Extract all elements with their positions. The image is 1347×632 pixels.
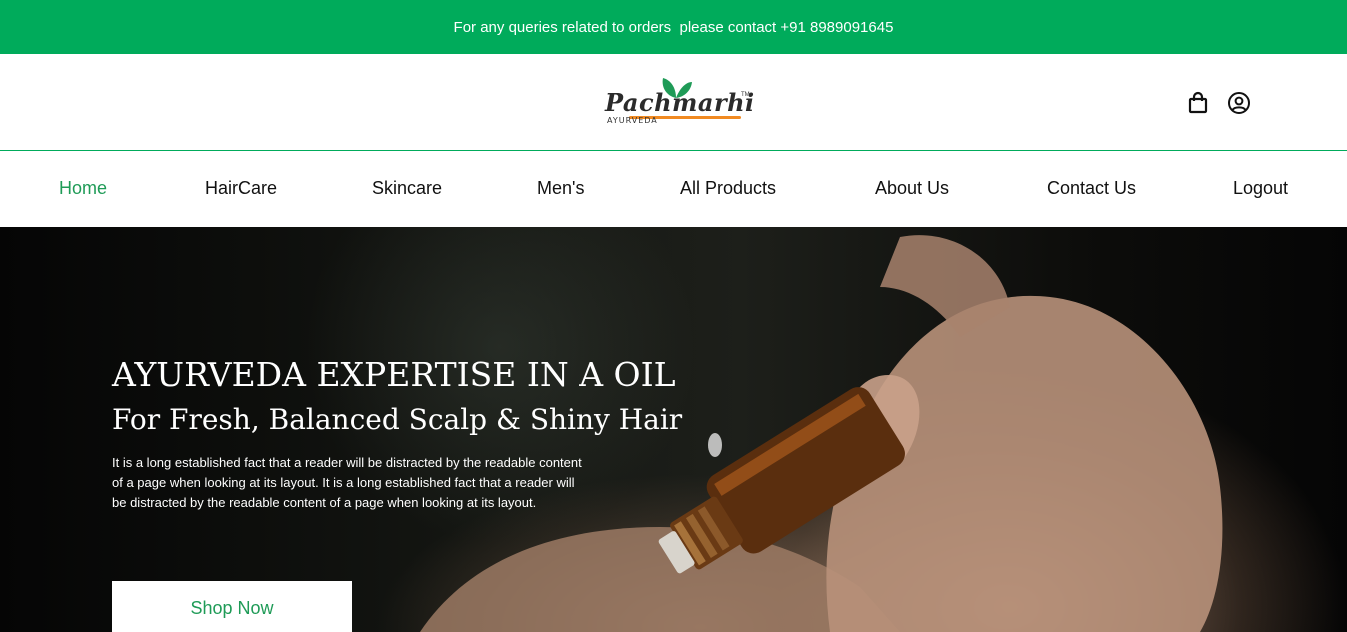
hero-banner: AYURVEDA EXPERTISE IN A OIL For Fresh, B… <box>0 227 1347 632</box>
brand-logo[interactable]: Pachmarhi TM AYURVEDA <box>603 76 754 130</box>
user-circle-icon[interactable] <box>1227 91 1251 115</box>
hero-subtitle: For Fresh, Balanced Scalp & Shiny Hair <box>112 403 683 436</box>
nav-skincare[interactable]: Skincare <box>372 178 442 199</box>
nav-haircare[interactable]: HairCare <box>205 178 277 199</box>
announcement-text: For any queries related to orders please… <box>453 18 894 36</box>
nav-all-products[interactable]: All Products <box>680 178 776 199</box>
nav-home[interactable]: Home <box>59 178 107 199</box>
hero-title: AYURVEDA EXPERTISE IN A OIL <box>112 355 676 394</box>
brand-name: Pachmarhi <box>605 88 755 117</box>
hero-description: It is a long established fact that a rea… <box>112 455 582 510</box>
shopping-bag-icon[interactable] <box>1186 91 1210 115</box>
announcement-bar: For any queries related to orders please… <box>0 0 1347 54</box>
site-header: Pachmarhi TM AYURVEDA <box>0 54 1347 151</box>
shop-now-button[interactable]: Shop Now <box>112 581 352 632</box>
nav-about-us[interactable]: About Us <box>875 178 949 199</box>
nav-contact-us[interactable]: Contact Us <box>1047 178 1136 199</box>
brand-tagline: AYURVEDA <box>607 116 658 125</box>
nav-mens[interactable]: Men's <box>537 178 584 199</box>
nav-logout[interactable]: Logout <box>1233 178 1288 199</box>
main-navigation: Home HairCare Skincare Men's All Product… <box>0 151 1347 227</box>
brand-trademark: TM <box>741 92 750 98</box>
